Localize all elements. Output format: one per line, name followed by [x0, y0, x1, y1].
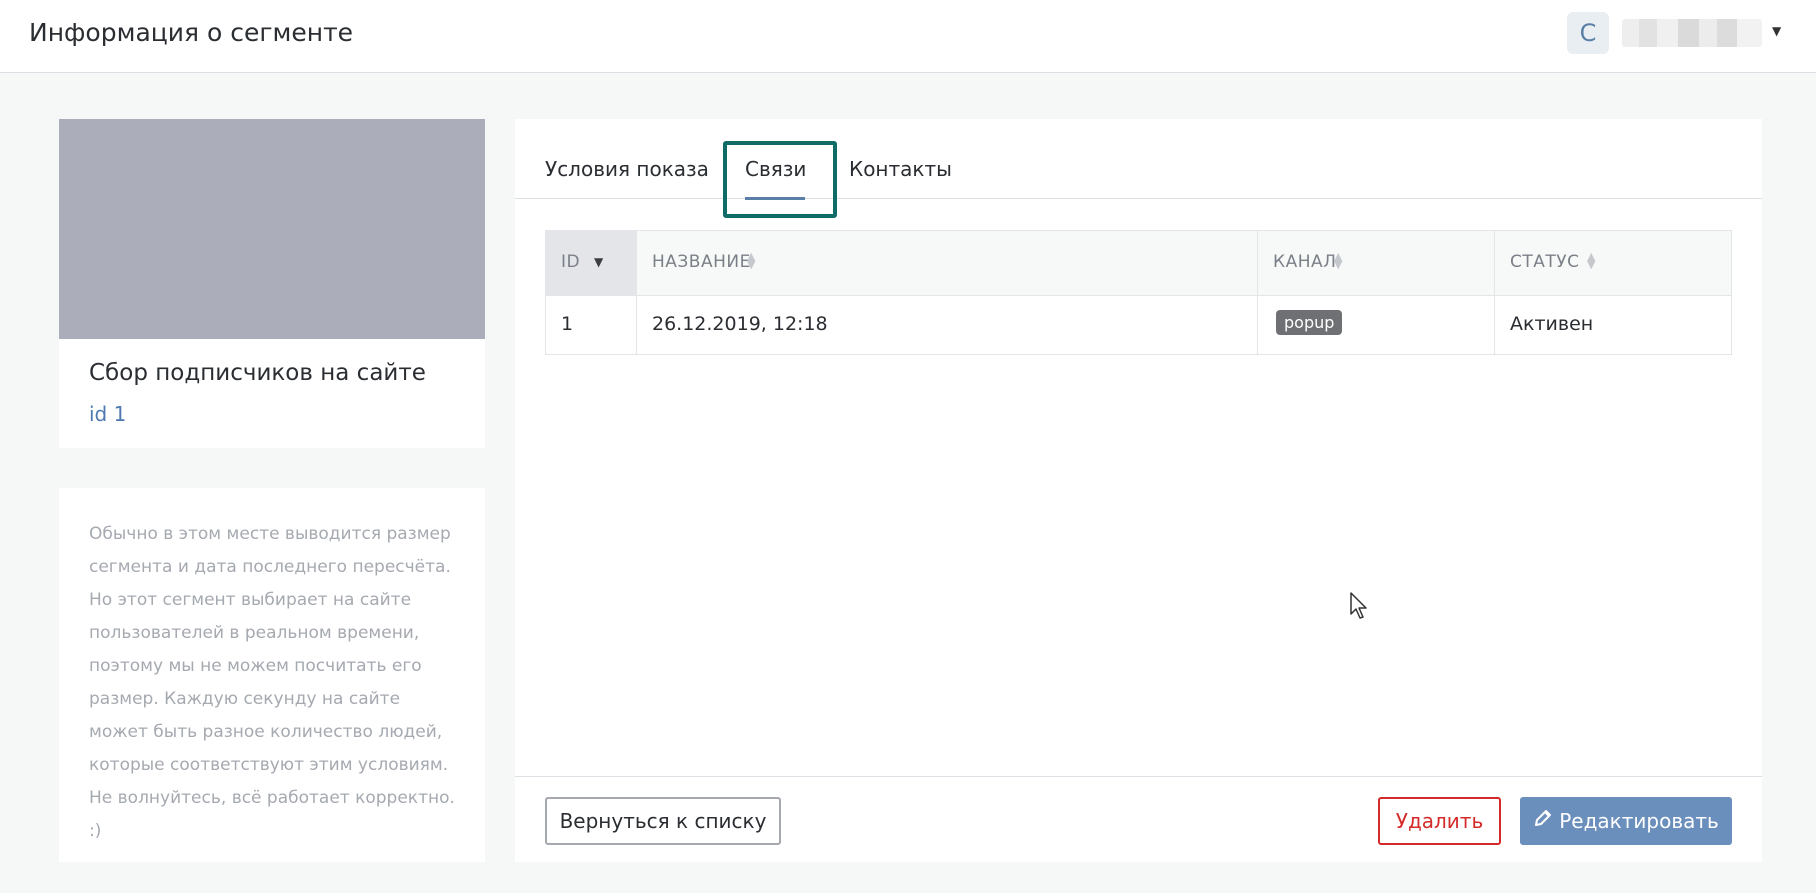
- page-title: Информация о сегменте: [29, 18, 354, 47]
- column-header-id[interactable]: ID ▼: [546, 231, 636, 295]
- sort-icon: ▲ ▼: [1334, 250, 1343, 271]
- main-panel: Условия показа Связи Контакты ID ▼ НАЗВА…: [515, 119, 1762, 862]
- tabs: Условия показа Связи Контакты: [515, 119, 1762, 218]
- sort-icon: ▲ ▼: [1587, 250, 1596, 271]
- chevron-down-icon[interactable]: ▼: [1772, 24, 1781, 38]
- avatar[interactable]: С: [1567, 12, 1609, 54]
- column-header-name[interactable]: НАЗВАНИЕ ▲ ▼: [636, 231, 1257, 295]
- row-status: Активен: [1510, 313, 1594, 335]
- table-row[interactable]: 1 26.12.2019, 12:18 popup Активен: [546, 296, 1731, 354]
- column-header-status[interactable]: СТАТУС ▲ ▼: [1494, 231, 1733, 295]
- edit-button-label: Редактировать: [1559, 809, 1719, 833]
- table-header: ID ▼ НАЗВАНИЕ ▲ ▼ КАНАЛ ▲ ▼ СТАТУС ▲ ▼: [546, 231, 1731, 296]
- segment-info-text: Обычно в этом месте выводится размер сег…: [89, 524, 455, 841]
- segment-image: [59, 119, 485, 339]
- segment-card: Сбор подписчиков на сайте id 1: [59, 119, 485, 448]
- sort-icon: ▲ ▼: [747, 250, 756, 271]
- row-id: 1: [561, 313, 574, 335]
- back-to-list-button[interactable]: Вернуться к списку: [545, 797, 781, 845]
- segment-id: id 1: [89, 402, 127, 426]
- user-name-blurred[interactable]: [1622, 19, 1762, 47]
- tab-highlight-frame: [723, 141, 837, 218]
- actions-footer: Вернуться к списку Удалить Редактировать: [515, 776, 1762, 862]
- segment-info-card: Обычно в этом месте выводится размер сег…: [59, 488, 485, 862]
- mouse-cursor-icon: [1350, 592, 1370, 624]
- delete-button[interactable]: Удалить: [1378, 797, 1501, 845]
- pencil-icon: [1533, 799, 1553, 843]
- top-bar: Информация о сегменте С ▼: [0, 0, 1816, 73]
- sort-desc-icon: ▼: [594, 255, 604, 269]
- links-table: ID ▼ НАЗВАНИЕ ▲ ▼ КАНАЛ ▲ ▼ СТАТУС ▲ ▼ 1 26…: [545, 230, 1732, 355]
- edit-button[interactable]: Редактировать: [1520, 797, 1732, 845]
- row-name[interactable]: 26.12.2019, 12:18: [652, 313, 828, 335]
- channel-badge: popup: [1276, 310, 1343, 335]
- segment-title: Сбор подписчиков на сайте: [89, 360, 426, 386]
- tab-contacts[interactable]: Контакты: [849, 157, 952, 181]
- tab-display-conditions[interactable]: Условия показа: [545, 157, 709, 181]
- column-header-channel[interactable]: КАНАЛ ▲ ▼: [1257, 231, 1494, 295]
